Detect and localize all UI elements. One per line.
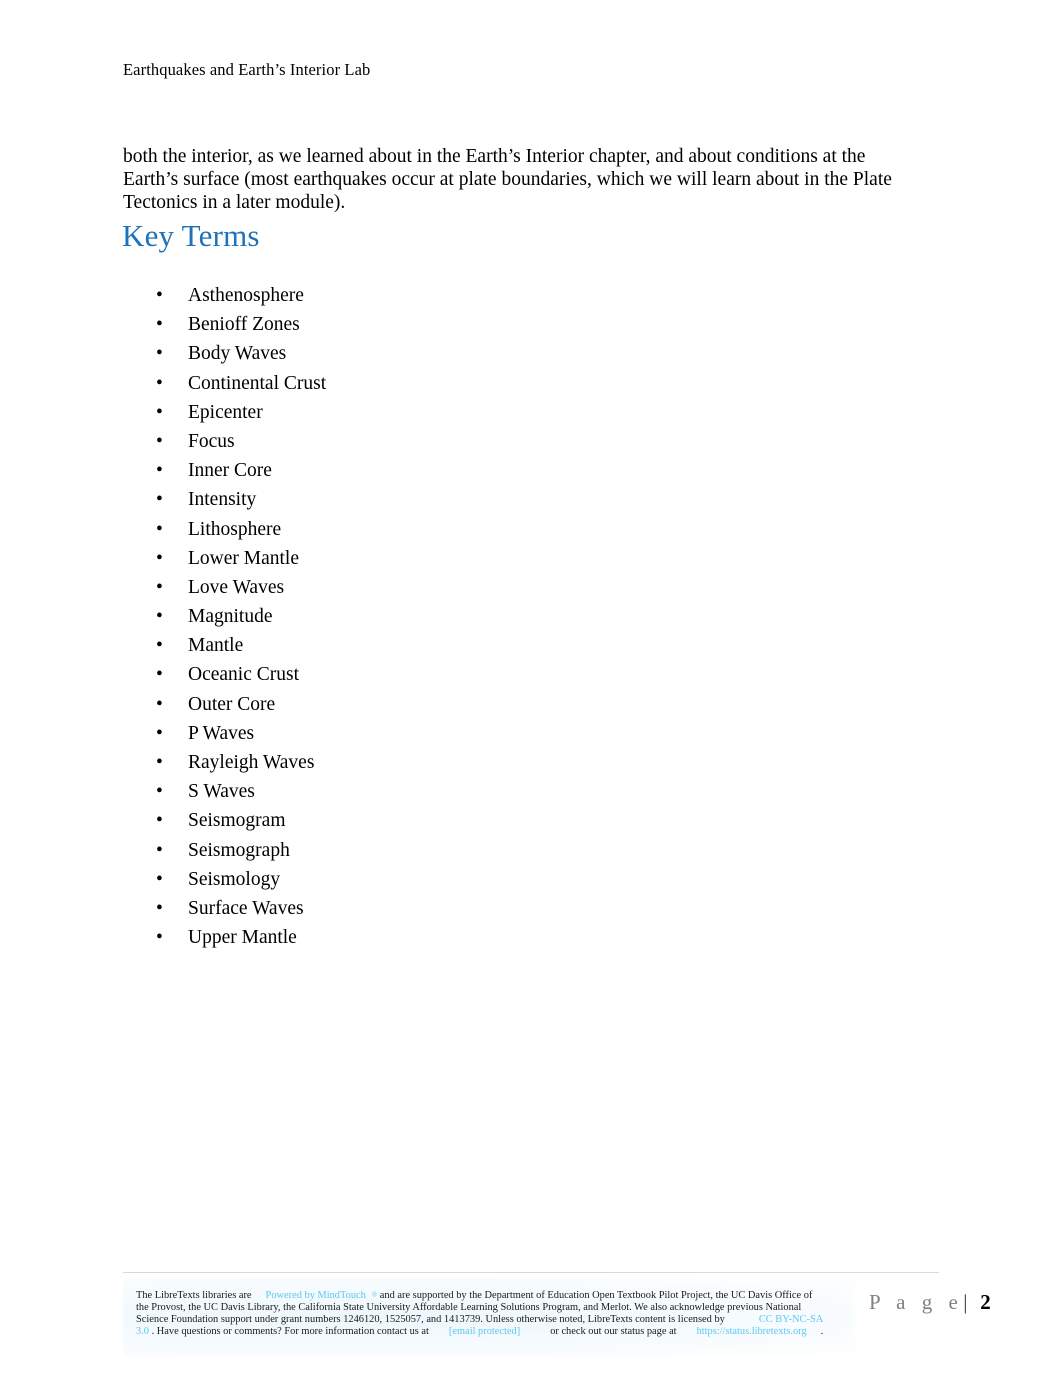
key-terms-list: • Asthenosphere • Benioff Zones • Body Wave… bbox=[123, 281, 723, 952]
footer-segment-1: The LibreTexts libraries are bbox=[136, 1290, 252, 1301]
bullet-icon: • bbox=[156, 927, 163, 949]
key-term-label: S Waves bbox=[188, 781, 255, 803]
list-item: • Rayleigh Waves bbox=[123, 748, 723, 777]
key-term-label: Inner Core bbox=[188, 460, 272, 482]
bullet-icon: • bbox=[156, 343, 163, 365]
page-number-label: P a g e bbox=[869, 1290, 964, 1314]
bullet-icon: • bbox=[156, 664, 163, 686]
key-term-label: Upper Mantle bbox=[188, 927, 297, 949]
key-term-label: Oceanic Crust bbox=[188, 664, 300, 686]
list-item: • Seismogram bbox=[123, 806, 723, 835]
bullet-icon: • bbox=[156, 576, 163, 598]
list-item: • Surface Waves bbox=[123, 894, 723, 923]
key-term-label: Seismology bbox=[188, 868, 281, 890]
list-item: • Asthenosphere bbox=[123, 281, 723, 310]
bullet-icon: • bbox=[156, 372, 163, 394]
bullet-icon: • bbox=[156, 460, 163, 482]
key-term-label: Continental Crust bbox=[188, 372, 327, 394]
key-term-label: Benioff Zones bbox=[188, 314, 300, 336]
bullet-icon: • bbox=[156, 722, 163, 744]
bullet-icon: • bbox=[156, 839, 163, 861]
page-number-indicator: P a g e| 2 bbox=[869, 1288, 991, 1316]
key-term-label: Intensity bbox=[188, 489, 257, 511]
key-term-label: Lithosphere bbox=[188, 518, 282, 540]
bullet-icon: • bbox=[156, 693, 163, 715]
bullet-icon: • bbox=[156, 606, 163, 628]
bullet-icon: • bbox=[156, 635, 163, 657]
list-item: • Focus bbox=[123, 427, 723, 456]
key-term-label: Love Waves bbox=[188, 576, 285, 598]
list-item: • P Waves bbox=[123, 719, 723, 748]
footer-attribution-text: The LibreTexts libraries are Powered by M… bbox=[136, 1289, 826, 1338]
bullet-icon: • bbox=[156, 285, 163, 306]
registered-trademark-icon: ® bbox=[371, 1291, 378, 1299]
list-item: • Continental Crust bbox=[123, 369, 723, 398]
list-item: • Magnitude bbox=[123, 602, 723, 631]
list-item: • Seismograph bbox=[123, 836, 723, 865]
list-item: • Love Waves bbox=[123, 573, 723, 602]
bullet-icon: • bbox=[156, 489, 163, 511]
key-term-label: Outer Core bbox=[188, 693, 276, 715]
key-term-label: Asthenosphere bbox=[188, 285, 304, 306]
bullet-icon: • bbox=[156, 810, 163, 832]
document-page: Earthquakes and Earth’s Interior Lab bot… bbox=[0, 0, 1062, 1376]
key-term-label: P Waves bbox=[188, 722, 255, 744]
list-item: • Oceanic Crust bbox=[123, 660, 723, 689]
key-term-label: Epicenter bbox=[188, 401, 263, 423]
page-number-value: 2 bbox=[980, 1290, 991, 1314]
bullet-icon: • bbox=[156, 430, 163, 452]
list-item: • Body Waves bbox=[123, 339, 723, 368]
key-term-label: Seismogram bbox=[188, 810, 286, 832]
mindtouch-link[interactable]: Powered by MindTouch bbox=[266, 1290, 366, 1301]
list-item: • Epicenter bbox=[123, 398, 723, 427]
list-item: • S Waves bbox=[123, 777, 723, 806]
list-item: • Lower Mantle bbox=[123, 544, 723, 573]
page-title: Key Terms bbox=[122, 218, 260, 253]
list-item: • Benioff Zones bbox=[123, 310, 723, 339]
key-term-label: Focus bbox=[188, 430, 235, 452]
bullet-icon: • bbox=[156, 868, 163, 890]
license-link-version[interactable]: 3.0 bbox=[136, 1326, 149, 1337]
bullet-icon: • bbox=[156, 401, 163, 423]
list-item: • Seismology bbox=[123, 865, 723, 894]
license-link-name[interactable]: CC BY-NC-SA bbox=[759, 1314, 823, 1325]
key-term-label: Seismograph bbox=[188, 839, 290, 861]
bullet-icon: • bbox=[156, 897, 163, 919]
email-link[interactable]: [email protected] bbox=[449, 1326, 520, 1337]
bullet-icon: • bbox=[156, 752, 163, 773]
key-term-label: Body Waves bbox=[188, 343, 287, 365]
status-page-link[interactable]: https://status.libretexts.org bbox=[697, 1326, 807, 1337]
list-item: • Mantle bbox=[123, 631, 723, 660]
list-item: • Intensity bbox=[123, 485, 723, 514]
list-item: • Upper Mantle bbox=[123, 923, 723, 952]
footer-segment-4: or check out our status page at bbox=[550, 1326, 677, 1338]
list-item: • Inner Core bbox=[123, 456, 723, 485]
key-term-label: Lower Mantle bbox=[188, 547, 300, 569]
intro-paragraph: both the interior, as we learned about i… bbox=[123, 145, 892, 213]
footer-divider bbox=[123, 1272, 939, 1273]
bullet-icon: • bbox=[156, 314, 163, 336]
key-term-label: Rayleigh Waves bbox=[188, 752, 315, 773]
bullet-icon: • bbox=[156, 547, 163, 569]
page-number-separator: | bbox=[963, 1290, 970, 1314]
key-term-label: Mantle bbox=[188, 635, 244, 657]
footer-segment-3: . Have questions or comments? For more i… bbox=[151, 1326, 429, 1338]
key-term-label: Magnitude bbox=[188, 606, 273, 628]
key-term-label: Surface Waves bbox=[188, 897, 304, 919]
footer-segment-5: . bbox=[820, 1326, 824, 1338]
bullet-icon: • bbox=[156, 518, 163, 540]
running-header: Earthquakes and Earth’s Interior Lab bbox=[123, 60, 371, 79]
list-item: • Outer Core bbox=[123, 690, 723, 719]
bullet-icon: • bbox=[156, 781, 163, 803]
list-item: • Lithosphere bbox=[123, 515, 723, 544]
